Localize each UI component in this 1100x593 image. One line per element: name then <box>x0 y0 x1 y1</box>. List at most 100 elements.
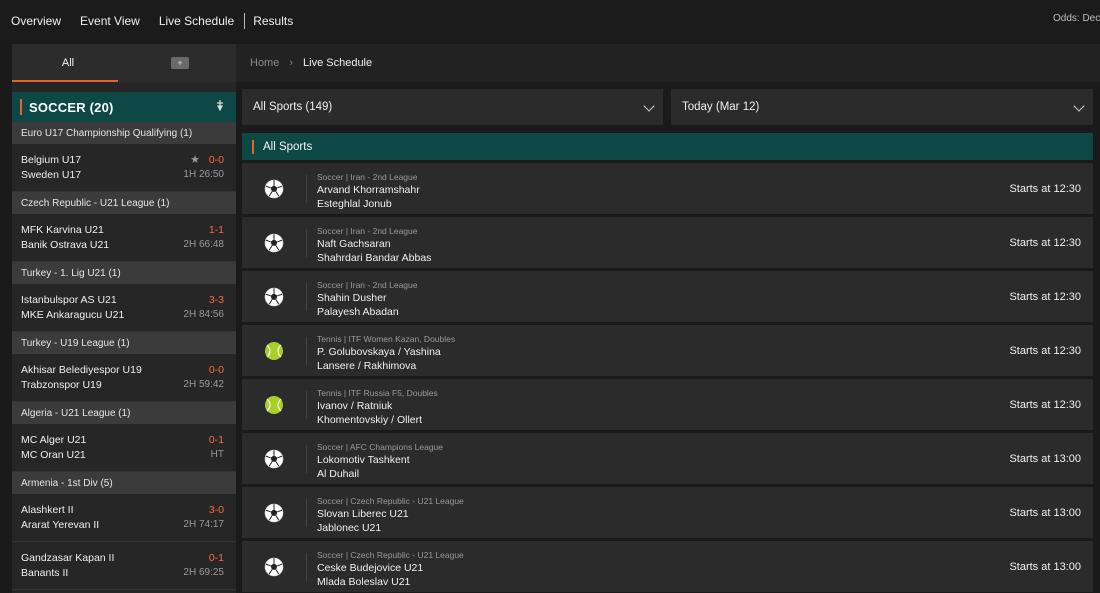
tab-add[interactable]: + <box>124 44 236 82</box>
event-row[interactable]: Soccer | Iran - 2nd League Shahin Dusher P… <box>242 271 1093 322</box>
league-header[interactable]: Turkey - 1. Lig U21 (1) <box>12 262 236 284</box>
away-team: MC Oran U21 <box>21 449 86 461</box>
match-score: 0-0 <box>208 364 224 376</box>
sports-filter-select[interactable]: All Sports (149) <box>242 89 663 125</box>
event-list: Soccer | Iran - 2nd League Arvand Khorram… <box>242 163 1093 593</box>
live-match-row[interactable]: Akhisar Belediyespor U19 Trabzonspor U19 0… <box>12 354 236 402</box>
home-team: Gandzasar Kapan II <box>21 552 115 564</box>
divider <box>306 391 307 419</box>
divider <box>306 283 307 311</box>
event-home-team: Slovan Liberec U21 <box>317 508 409 520</box>
date-filter-value: Today (Mar 12) <box>682 101 760 113</box>
match-clock: 2H 84:56 <box>183 309 224 320</box>
event-competition: Tennis | ITF Russia F5, Doubles <box>317 388 438 398</box>
event-home-team: P. Golubovskaya / Yashina <box>317 346 441 358</box>
event-row[interactable]: Soccer | Iran - 2nd League Naft Gachsaran… <box>242 217 1093 268</box>
chevron-down-icon <box>1073 100 1085 112</box>
league-list: Euro U17 Championship Qualifying (1) Belg… <box>12 122 236 590</box>
nav-overview[interactable]: Overview <box>11 14 61 28</box>
event-row[interactable]: Soccer | Czech Republic - U21 League Slov… <box>242 487 1093 538</box>
event-away-team: Khomentovskiy / Ollert <box>317 414 423 426</box>
event-home-team: Ivanov / Ratniuk <box>317 400 393 412</box>
odds-format-selector[interactable]: Odds: Dec <box>1053 13 1100 24</box>
away-team: Trabzonspor U19 <box>21 379 102 391</box>
tab-all[interactable]: All <box>12 44 124 82</box>
match-clock: 2H 74:17 <box>183 519 224 530</box>
sport-title: SOCCER (20) <box>29 99 114 115</box>
live-sidebar: All + SOCCER (20) Euro U17 Championship … <box>12 44 236 593</box>
match-clock: 1H 26:50 <box>183 169 224 180</box>
divider <box>306 553 307 581</box>
match-score: 0-1 <box>208 434 224 446</box>
event-home-team: Arvand Khorramshahr <box>317 184 420 196</box>
event-away-team: Shahrdari Bandar Abbas <box>317 252 432 264</box>
soccer-ball-icon <box>264 287 284 307</box>
divider <box>306 337 307 365</box>
breadcrumb-home[interactable]: Home <box>250 57 279 69</box>
event-away-team: Palayesh Abadan <box>317 306 399 318</box>
event-row[interactable]: Soccer | Czech Republic - U21 League Cesk… <box>242 541 1093 592</box>
nav-event-view[interactable]: Event View <box>80 14 140 28</box>
soccer-ball-icon <box>264 449 284 469</box>
event-start-time: Starts at 12:30 <box>1009 399 1081 411</box>
event-away-team: Lansere / Rakhimova <box>317 360 417 372</box>
event-away-team: Mlada Boleslav U21 <box>317 576 411 588</box>
event-row[interactable]: Tennis | ITF Russia F5, Doubles Ivanov / … <box>242 379 1093 430</box>
pin-icon[interactable] <box>214 99 226 114</box>
sports-filter-value: All Sports (149) <box>253 101 333 113</box>
event-home-team: Lokomotiv Tashkent <box>317 454 410 466</box>
divider <box>306 499 307 527</box>
soccer-ball-icon <box>264 503 284 523</box>
plus-icon: + <box>171 57 189 69</box>
soccer-ball-icon <box>264 233 284 253</box>
league-header[interactable]: Algeria - U21 League (1) <box>12 402 236 424</box>
event-competition: Soccer | Iran - 2nd League <box>317 280 418 290</box>
nav-separator <box>244 13 246 29</box>
home-team: Alashkert II <box>21 504 74 516</box>
nav-results[interactable]: Results <box>253 14 293 28</box>
breadcrumb-current: Live Schedule <box>303 57 373 69</box>
live-match-row[interactable]: Istanbulspor AS U21 MKE Ankaragucu U21 3-3… <box>12 284 236 332</box>
event-away-team: Esteghlal Jonub <box>317 198 392 210</box>
live-match-row[interactable]: MFK Karvina U21 Banik Ostrava U21 1-1 2H 66… <box>12 214 236 262</box>
divider <box>306 445 307 473</box>
tab-all-label: All <box>61 57 75 69</box>
chevron-right-icon: › <box>289 57 294 69</box>
match-score: 3-3 <box>208 294 224 306</box>
league-header[interactable]: Armenia - 1st Div (5) <box>12 472 236 494</box>
event-start-time: Starts at 12:30 <box>1009 183 1081 195</box>
match-score: 1-1 <box>208 224 224 236</box>
event-row[interactable]: Tennis | ITF Women Kazan, Doubles P. Golu… <box>242 325 1093 376</box>
tennis-ball-icon <box>264 395 284 415</box>
home-team: MC Alger U21 <box>21 434 87 446</box>
event-competition: Soccer | Iran - 2nd League <box>317 172 418 182</box>
event-row[interactable]: Soccer | Iran - 2nd League Arvand Khorram… <box>242 163 1093 214</box>
event-start-time: Starts at 13:00 <box>1009 507 1081 519</box>
live-match-row[interactable]: Gandzasar Kapan II Banants II 0-1 2H 69:25 <box>12 542 236 590</box>
event-competition: Tennis | ITF Women Kazan, Doubles <box>317 334 456 344</box>
event-competition: Soccer | Czech Republic - U21 League <box>317 496 464 506</box>
sport-header-soccer[interactable]: SOCCER (20) <box>12 92 236 122</box>
event-competition: Soccer | Iran - 2nd League <box>317 226 418 236</box>
event-home-team: Shahin Dusher <box>317 292 387 304</box>
event-competition: Soccer | Czech Republic - U21 League <box>317 550 464 560</box>
event-home-team: Ceske Budejovice U21 <box>317 562 424 574</box>
nav-live-schedule[interactable]: Live Schedule <box>159 14 234 28</box>
league-header[interactable]: Turkey - U19 League (1) <box>12 332 236 354</box>
live-match-row[interactable]: MC Alger U21 MC Oran U21 0-1 HT <box>12 424 236 472</box>
match-score: 3-0 <box>208 504 224 516</box>
event-start-time: Starts at 12:30 <box>1009 345 1081 357</box>
live-match-row[interactable]: Belgium U17 Sweden U17 ★ 0-0 1H 26:50 <box>12 144 236 192</box>
home-team: MFK Karvina U21 <box>21 224 104 236</box>
live-match-row[interactable]: Alashkert II Ararat Yerevan II 3-0 2H 74:17 <box>12 494 236 542</box>
event-row[interactable]: Soccer | AFC Champions League Lokomotiv T… <box>242 433 1093 484</box>
league-header[interactable]: Euro U17 Championship Qualifying (1) <box>12 122 236 144</box>
breadcrumb: Home › Live Schedule <box>236 44 1100 82</box>
match-score: 0-1 <box>208 552 224 564</box>
event-start-time: Starts at 12:30 <box>1009 237 1081 249</box>
star-icon[interactable]: ★ <box>190 153 200 166</box>
event-away-team: Jablonec U21 <box>317 522 382 534</box>
date-filter-select[interactable]: Today (Mar 12) <box>671 89 1093 125</box>
away-team: Ararat Yerevan II <box>21 519 100 531</box>
league-header[interactable]: Czech Republic - U21 League (1) <box>12 192 236 214</box>
